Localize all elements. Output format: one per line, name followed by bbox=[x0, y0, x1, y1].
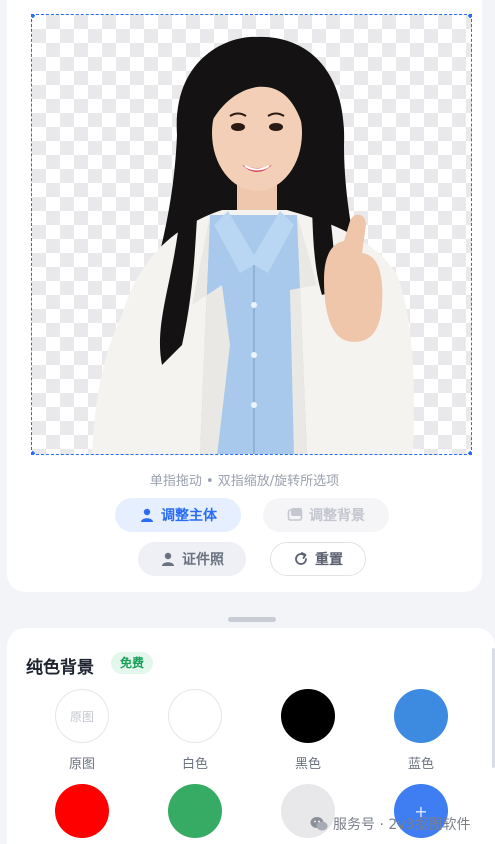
image-icon bbox=[287, 508, 303, 521]
editor-card: 单指拖动 • 双指缩放/旋转所选项 调整主体 调整背景 证件照 重置 bbox=[7, 0, 482, 592]
swatch-black[interactable] bbox=[281, 689, 335, 743]
id-photo-label: 证件照 bbox=[182, 552, 224, 568]
background-panel: 纯色背景 免费 原图 原图 白色 黑色 蓝色 + bbox=[7, 628, 495, 844]
watermark-text: 服务号 · 2v3抠图软件 bbox=[333, 817, 471, 833]
swatch-original-text: 原图 bbox=[69, 709, 94, 724]
person-icon bbox=[141, 508, 153, 522]
crop-handle-bottom-left[interactable] bbox=[32, 451, 35, 454]
swatch-label: 黑色 bbox=[294, 757, 321, 772]
gesture-hint: 单指拖动 • 双指缩放/旋转所选项 bbox=[149, 474, 340, 489]
reset-label: 重置 bbox=[315, 552, 343, 568]
adjust-subject-label: 调整主体 bbox=[161, 508, 217, 524]
free-badge: 免费 bbox=[111, 652, 154, 674]
swatch-label: 蓝色 bbox=[407, 757, 434, 772]
swatch-green[interactable] bbox=[168, 784, 222, 838]
id-photo-button[interactable]: 证件照 bbox=[138, 542, 246, 576]
swatch-original[interactable]: 原图 bbox=[55, 689, 109, 743]
reset-button[interactable]: 重置 bbox=[270, 542, 366, 576]
crop-handle-bottom-right[interactable] bbox=[468, 451, 471, 454]
swatch-label: 白色 bbox=[181, 757, 208, 772]
swatch-label: 原图 bbox=[68, 757, 95, 772]
adjust-background-label: 调整背景 bbox=[309, 508, 365, 524]
section-title: 纯色背景 bbox=[26, 658, 94, 678]
crop-handle-top-right[interactable] bbox=[468, 15, 471, 18]
adjust-subject-button[interactable]: 调整主体 bbox=[115, 498, 241, 532]
swatch-red[interactable] bbox=[55, 784, 109, 838]
watermark: 服务号 · 2v3抠图软件 bbox=[310, 813, 470, 835]
wechat-icon bbox=[310, 817, 328, 831]
image-canvas[interactable] bbox=[31, 14, 472, 455]
subject-cutout[interactable] bbox=[32, 15, 472, 455]
sheet-drag-handle[interactable] bbox=[228, 617, 276, 622]
refresh-icon bbox=[295, 552, 307, 565]
adjust-background-button[interactable]: 调整背景 bbox=[263, 498, 389, 532]
swatch-white[interactable] bbox=[168, 689, 222, 743]
swatch-blue[interactable] bbox=[394, 689, 448, 743]
person-icon bbox=[162, 552, 174, 566]
